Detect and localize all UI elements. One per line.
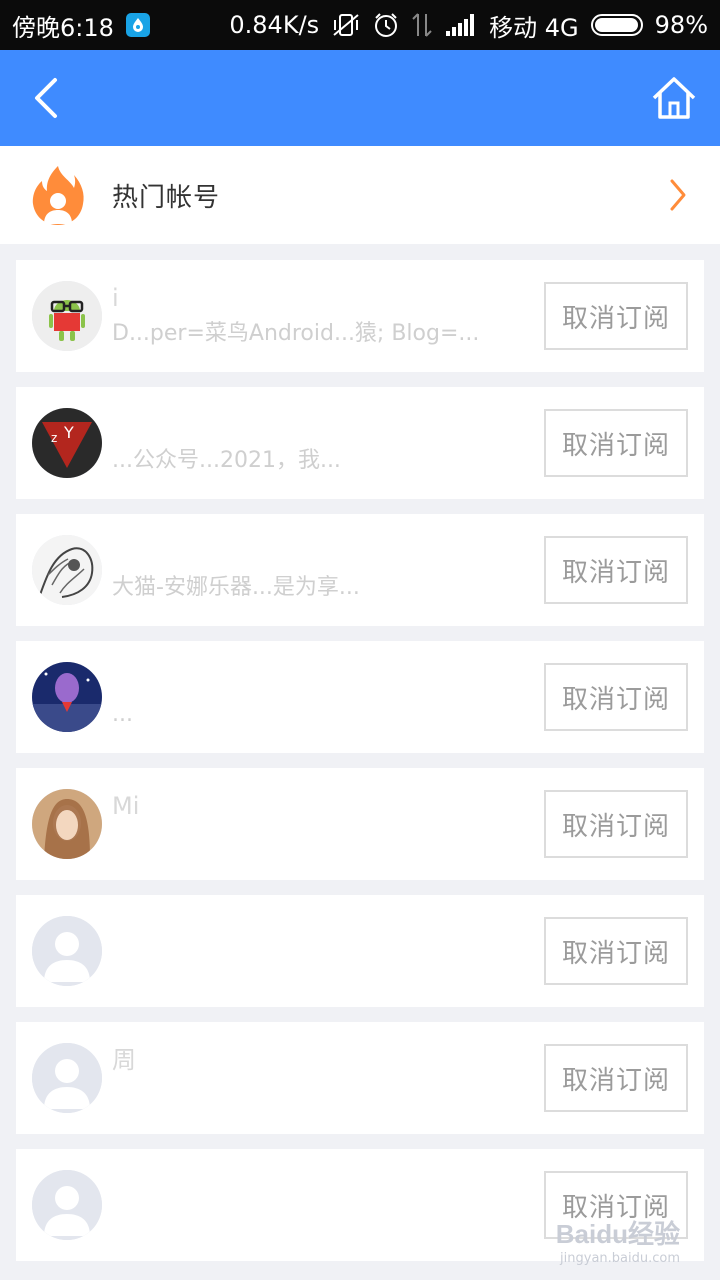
- account-name: [112, 1172, 532, 1202]
- subscription-card[interactable]: 周 取消订阅: [16, 1022, 704, 1134]
- avatar: zY: [32, 408, 102, 478]
- unsubscribe-button[interactable]: 取消订阅: [544, 790, 688, 858]
- net-speed: 0.84K/s: [229, 11, 320, 39]
- subscription-card[interactable]: 大猫-安娜乐器...是为享... 取消订阅: [16, 514, 704, 626]
- battery-icon: [590, 14, 643, 36]
- account-name: i: [112, 284, 119, 312]
- account-description: 大猫-安娜乐器...是为享...: [112, 575, 360, 600]
- account-name: 周: [112, 1046, 136, 1074]
- subscription-card[interactable]: 取消订阅: [16, 895, 704, 1007]
- chevron-left-icon: [35, 78, 57, 118]
- account-name: [112, 410, 532, 440]
- flame-user-icon: [30, 164, 86, 226]
- account-name: [112, 537, 532, 567]
- account-description: ...公众号...2021，我...: [112, 448, 341, 473]
- avatar: [32, 281, 102, 351]
- subscription-list: i D...per=菜鸟Android...猿; Blog=... 取消订阅 z Y..…: [16, 260, 704, 1276]
- account-name: [112, 918, 532, 948]
- svg-text:Y: Y: [63, 423, 74, 442]
- unsubscribe-button[interactable]: 取消订阅: [544, 1044, 688, 1112]
- avatar: [32, 1170, 102, 1240]
- unsubscribe-button[interactable]: 取消订阅: [544, 536, 688, 604]
- avatar: [32, 916, 102, 986]
- account-description: D...per=菜鸟Android...猿; Blog=...: [112, 321, 480, 346]
- subscription-card[interactable]: ... 取消订阅: [16, 641, 704, 753]
- home-button[interactable]: [648, 72, 700, 124]
- data-transfer-icon: [411, 12, 433, 38]
- avatar: [32, 535, 102, 605]
- battery-percent: 98%: [654, 11, 708, 39]
- avatar: [32, 789, 102, 859]
- unsubscribe-button[interactable]: 取消订阅: [544, 409, 688, 477]
- hot-accounts-title: 热门帐号: [112, 182, 221, 213]
- watermark-url: jingyan.baidu.com: [560, 1251, 680, 1266]
- status-time: 傍晚6:18: [12, 13, 114, 42]
- watermark-logo: Baidu经验: [555, 1219, 680, 1249]
- avatar: [32, 1043, 102, 1113]
- carrier-label: 移动 4G: [489, 13, 579, 42]
- back-button[interactable]: [22, 74, 70, 122]
- subscription-card[interactable]: z Y ...公众号...2021，我... 取消订阅: [16, 387, 704, 499]
- signal-icon: [445, 13, 477, 37]
- unsubscribe-button[interactable]: 取消订阅: [544, 282, 688, 350]
- svg-text:z: z: [51, 431, 57, 445]
- unsubscribe-button[interactable]: 取消订阅: [544, 917, 688, 985]
- hot-accounts-entry[interactable]: 热门帐号: [0, 146, 720, 244]
- status-bar: 傍晚6:18 0.84K/s 移动 4G 98%: [0, 0, 720, 50]
- account-description: ...: [112, 702, 133, 727]
- account-description: [112, 1081, 532, 1111]
- chevron-right-icon: [668, 178, 688, 212]
- account-description: [112, 954, 532, 984]
- app-notification-icon: [125, 13, 150, 37]
- subscription-card[interactable]: i D...per=菜鸟Android...猿; Blog=... 取消订阅: [16, 260, 704, 372]
- account-name: [112, 664, 532, 694]
- home-icon: [652, 77, 696, 119]
- subscription-card[interactable]: Mi 取消订阅: [16, 768, 704, 880]
- account-description: [112, 827, 532, 857]
- avatar: [32, 662, 102, 732]
- app-bar: [0, 50, 720, 146]
- vibrate-off-icon: [331, 12, 361, 38]
- unsubscribe-button[interactable]: 取消订阅: [544, 663, 688, 731]
- alarm-icon: [373, 12, 399, 38]
- account-description: [112, 1208, 532, 1238]
- account-name: Mi: [112, 792, 140, 820]
- watermark: Baidu经验 jingyan.baidu.com: [556, 1214, 680, 1266]
